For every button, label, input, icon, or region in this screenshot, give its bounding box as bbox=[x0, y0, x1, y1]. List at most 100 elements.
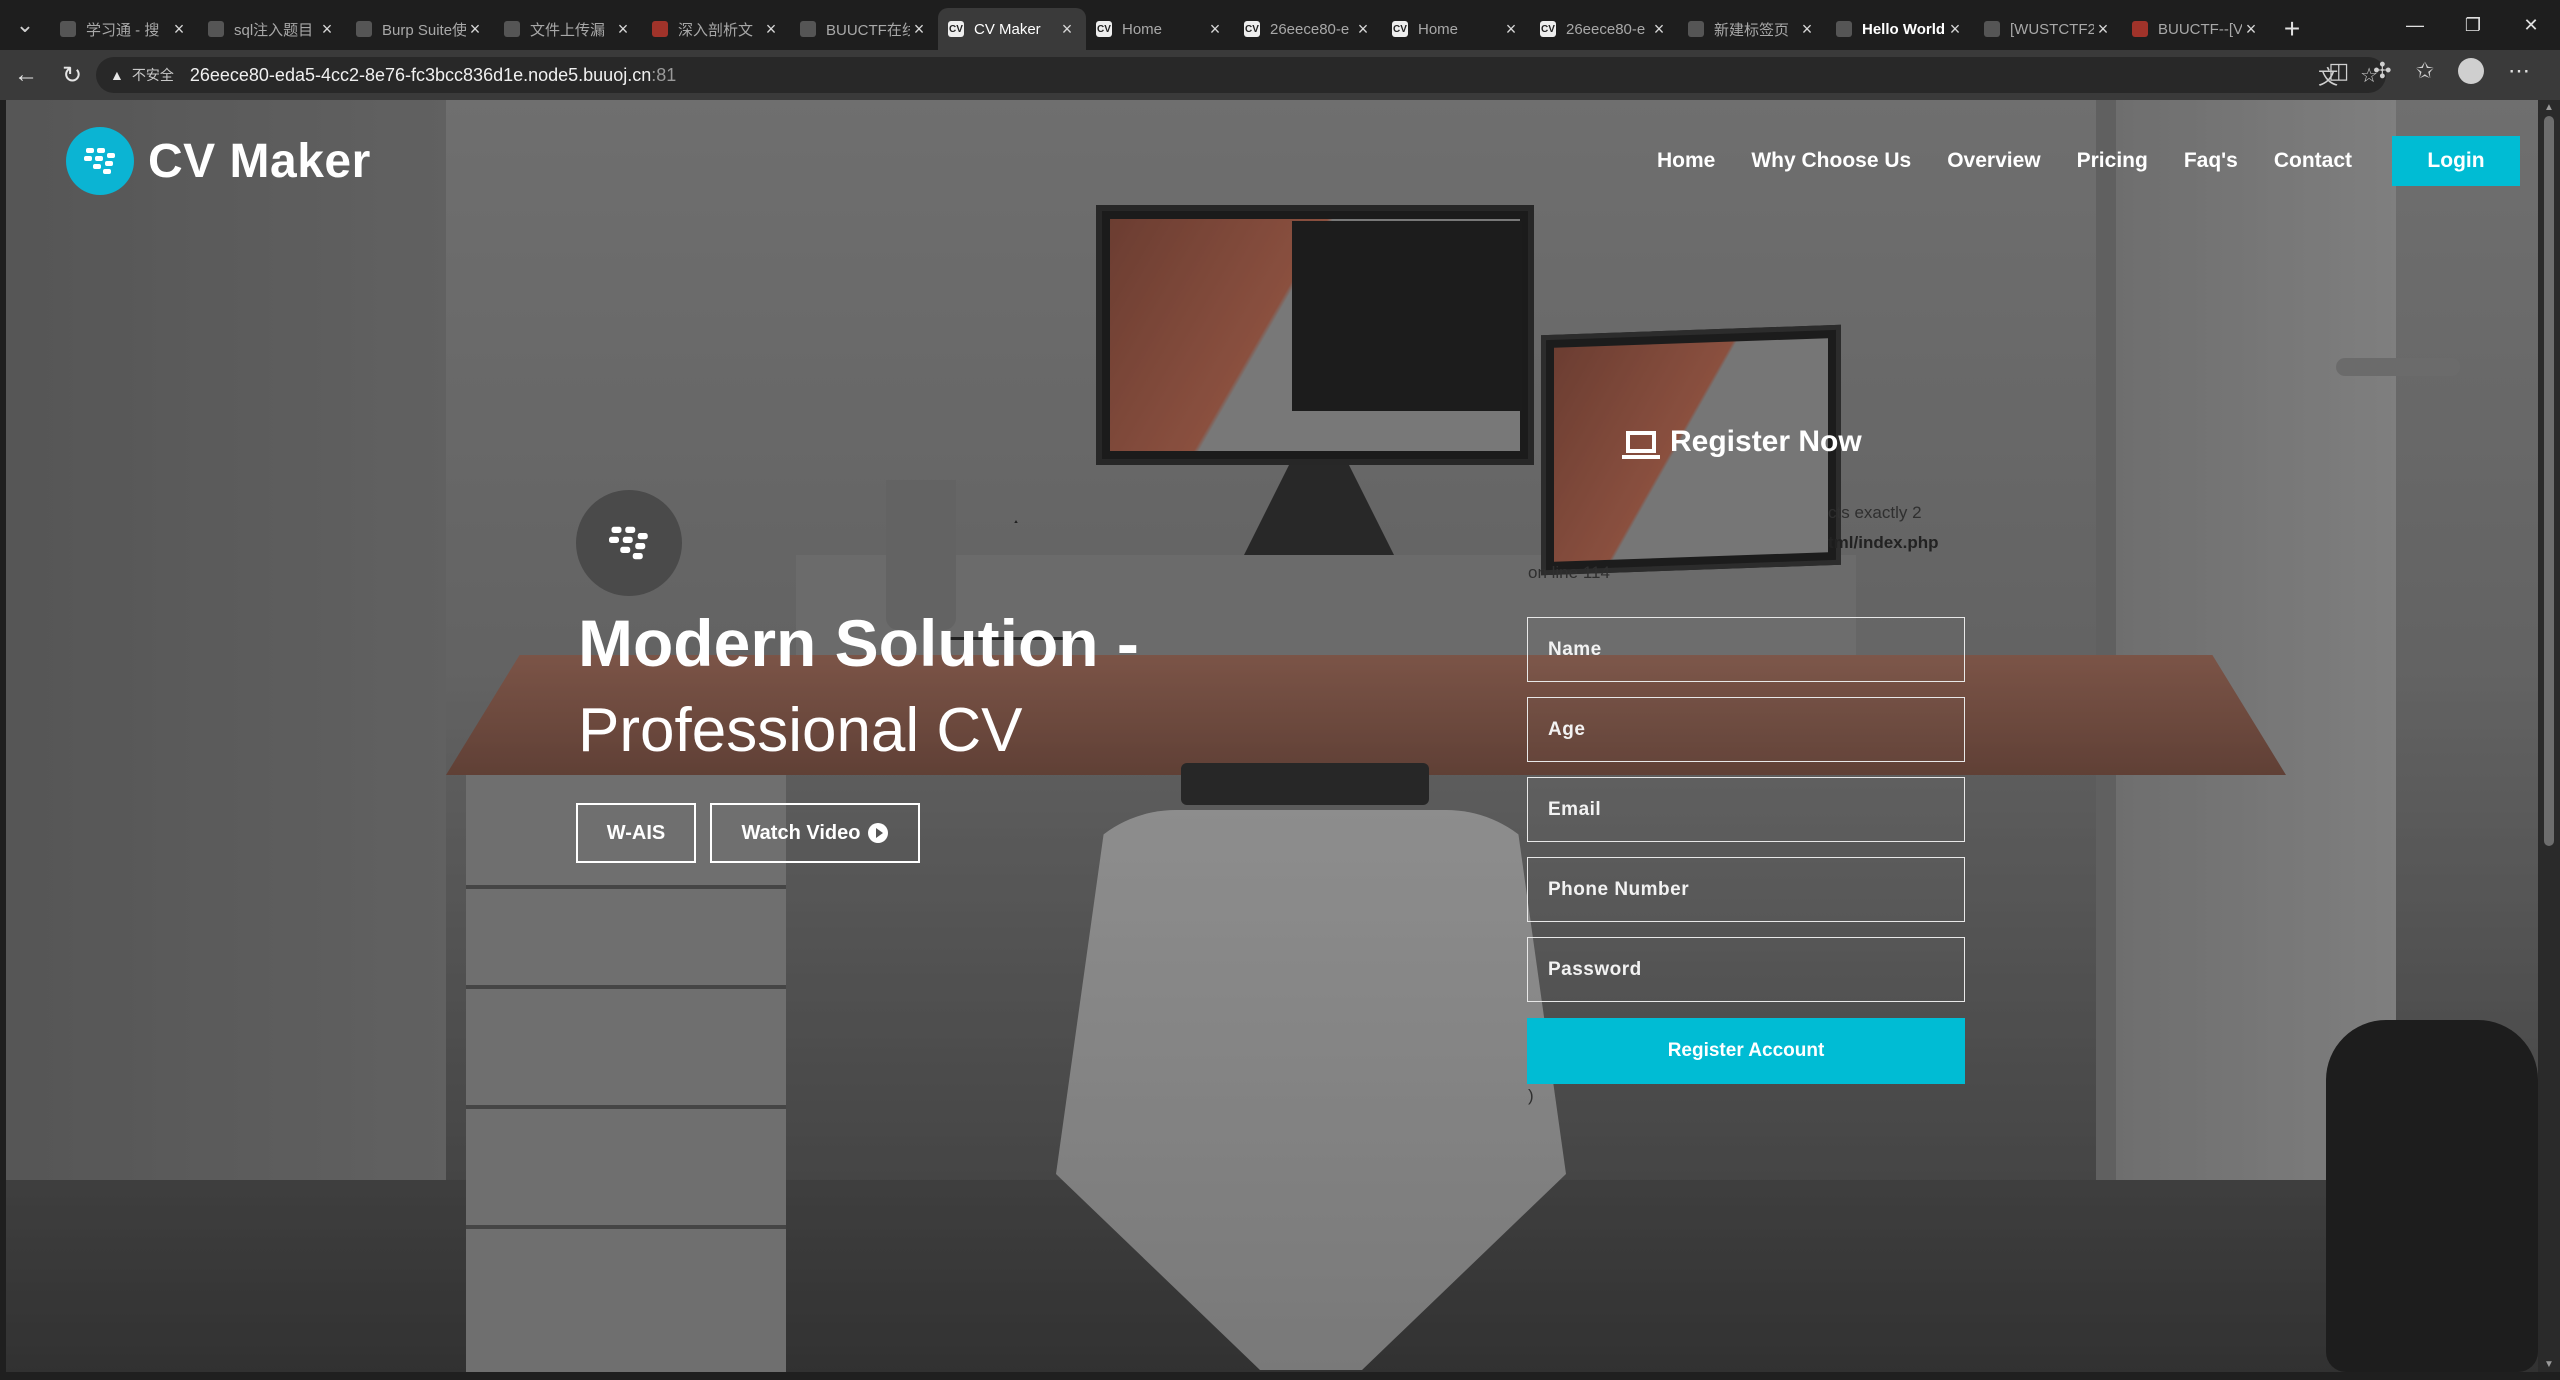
browser-tab[interactable]: CV 26eece80-e × bbox=[1234, 8, 1382, 50]
nav-faqs[interactable]: Faq's bbox=[2184, 149, 2238, 173]
browser-tab[interactable]: CV Home × bbox=[1382, 8, 1530, 50]
window-controls: — ❐ ✕ bbox=[2386, 0, 2560, 50]
hero-buttons: W-AIS Watch Video bbox=[576, 803, 920, 863]
nav-home[interactable]: Home bbox=[1657, 149, 1715, 173]
tab-close-icon[interactable]: × bbox=[1798, 19, 1816, 40]
tab-close-icon[interactable]: × bbox=[1206, 19, 1224, 40]
browser-tab[interactable]: [WUSTCTF2 × bbox=[1974, 8, 2122, 50]
red-c-icon bbox=[2132, 21, 2148, 37]
tab-close-icon[interactable]: × bbox=[762, 19, 780, 40]
mountain-icon bbox=[1836, 21, 1852, 37]
tab-label: 26eece80-e bbox=[1270, 20, 1350, 38]
wais-button[interactable]: W-AIS bbox=[576, 803, 696, 863]
tab-close-icon[interactable]: × bbox=[1354, 19, 1372, 40]
browser-tab[interactable]: sql注入题目 × bbox=[198, 8, 346, 50]
scroll-up-icon[interactable]: ▲ bbox=[2543, 102, 2555, 113]
minimize-icon[interactable]: — bbox=[2386, 0, 2444, 50]
browser-tab[interactable]: Burp Suite使 × bbox=[346, 8, 494, 50]
profile-avatar-icon[interactable] bbox=[2458, 58, 2484, 84]
tab-search-dropdown-icon[interactable]: ⌄ bbox=[0, 0, 50, 50]
browser-tab-bar: ⌄ 学习通 - 搜 × sql注入题目 × Burp Suite使 × 文件上传漏 × 深入剖析… bbox=[0, 0, 2560, 50]
nav-pricing[interactable]: Pricing bbox=[2077, 149, 2148, 173]
extensions-icon[interactable]: ✣ bbox=[2373, 58, 2391, 84]
name-field[interactable] bbox=[1527, 617, 1965, 682]
back-icon[interactable]: ← bbox=[6, 55, 46, 95]
tab-close-icon[interactable]: × bbox=[1946, 19, 1964, 40]
register-account-button[interactable]: Register Account bbox=[1527, 1018, 1965, 1084]
nav-contact[interactable]: Contact bbox=[2274, 149, 2352, 173]
scroll-down-icon[interactable]: ▼ bbox=[2543, 1359, 2555, 1370]
browser-tab[interactable]: 学习通 - 搜 × bbox=[50, 8, 198, 50]
url-port: :81 bbox=[651, 64, 677, 85]
browser-tab[interactable]: 文件上传漏 × bbox=[494, 8, 642, 50]
warning-file: tml/index.php bbox=[1828, 533, 1939, 552]
warning-icon[interactable]: ▲ bbox=[110, 67, 124, 83]
browser-tab[interactable]: CV Home × bbox=[1086, 8, 1234, 50]
tab-close-icon[interactable]: × bbox=[2094, 19, 2112, 40]
browser-tab[interactable]: Hello World × bbox=[1826, 8, 1974, 50]
tab-label: [WUSTCTF2 bbox=[2010, 20, 2094, 38]
tab-label: 学习通 - 搜 bbox=[86, 21, 160, 39]
tab-label: 26eece80-e bbox=[1566, 20, 1646, 38]
tab-strip: 学习通 - 搜 × sql注入题目 × Burp Suite使 × 文件上传漏 × 深入剖析文 ×… bbox=[50, 0, 2270, 50]
browser-tab[interactable]: CV 26eece80-e × bbox=[1530, 8, 1678, 50]
nav-overview[interactable]: Overview bbox=[1947, 149, 2040, 173]
favorites-icon[interactable]: ✩ bbox=[2416, 58, 2434, 84]
tab-close-icon[interactable]: × bbox=[1650, 19, 1668, 40]
stray-text: ) bbox=[1528, 1086, 1534, 1105]
more-menu-icon[interactable]: ⋯ bbox=[2508, 58, 2530, 84]
site-header: CV Maker Home Why Choose Us Overview Pri… bbox=[6, 100, 2538, 230]
email-input[interactable] bbox=[1548, 798, 1964, 821]
tab-close-icon[interactable]: × bbox=[1058, 19, 1076, 40]
email-field[interactable] bbox=[1527, 777, 1965, 842]
tab-label: 文件上传漏 bbox=[530, 21, 606, 39]
browser-tab[interactable]: CV CV Maker × bbox=[938, 8, 1086, 50]
reading-mode-icon[interactable]: ◫ bbox=[2328, 58, 2349, 84]
address-bar[interactable]: ▲ 不安全 26eece80-eda5-4cc2-8e76-fc3bcc836d… bbox=[96, 57, 2386, 93]
close-window-icon[interactable]: ✕ bbox=[2502, 0, 2560, 50]
hero-subtitle: Professional CV bbox=[578, 696, 1023, 765]
login-button[interactable]: Login bbox=[2392, 136, 2520, 186]
browser-tab[interactable]: BUUCTF在线 × bbox=[790, 8, 938, 50]
browser-tab[interactable]: 深入剖析文 × bbox=[642, 8, 790, 50]
reload-icon[interactable]: ↻ bbox=[52, 55, 92, 95]
php-warning-text: cts exactly 2 tml/index.php on line 114 bbox=[1528, 498, 1978, 588]
page-icon bbox=[1688, 21, 1704, 37]
age-field[interactable] bbox=[1527, 697, 1965, 762]
search-icon bbox=[504, 21, 520, 37]
page-scrollbar[interactable]: ▲ ▼ bbox=[2538, 100, 2560, 1372]
tab-close-icon[interactable]: × bbox=[2242, 19, 2260, 40]
tab-close-icon[interactable]: × bbox=[614, 19, 632, 40]
browser-tab[interactable]: 新建标签页 × bbox=[1678, 8, 1826, 50]
name-input[interactable] bbox=[1548, 638, 1964, 661]
address-toolbar: ← ↻ ▲ 不安全 26eece80-eda5-4cc2-8e76-fc3bcc… bbox=[0, 50, 2560, 100]
tab-close-icon[interactable]: × bbox=[466, 19, 484, 40]
tab-close-icon[interactable]: × bbox=[318, 19, 336, 40]
hero-background-image bbox=[6, 100, 2538, 1372]
password-field[interactable] bbox=[1527, 937, 1965, 1002]
cv-icon: CV bbox=[1540, 21, 1556, 37]
watch-video-button[interactable]: Watch Video bbox=[710, 803, 920, 863]
password-input[interactable] bbox=[1548, 958, 1964, 981]
phone-field[interactable] bbox=[1527, 857, 1965, 922]
site-logo[interactable]: CV Maker bbox=[66, 127, 371, 195]
cv-icon: CV bbox=[1392, 21, 1408, 37]
age-input[interactable] bbox=[1548, 718, 1964, 741]
blackberry-logo-icon bbox=[66, 127, 134, 195]
warning-line-3: on line 114 bbox=[1528, 563, 1610, 582]
tab-close-icon[interactable]: × bbox=[1502, 19, 1520, 40]
phone-input[interactable] bbox=[1548, 878, 1964, 901]
scrollbar-thumb[interactable] bbox=[2544, 116, 2554, 846]
browser-tab[interactable]: BUUCTF--[V × bbox=[2122, 8, 2270, 50]
cv-icon: CV bbox=[1244, 21, 1260, 37]
restore-icon[interactable]: ❐ bbox=[2444, 0, 2502, 50]
tab-label: Home bbox=[1418, 20, 1459, 38]
red-c-icon bbox=[652, 21, 668, 37]
mountain-icon bbox=[208, 21, 224, 37]
tab-close-icon[interactable]: × bbox=[170, 19, 188, 40]
nav-why-choose-us[interactable]: Why Choose Us bbox=[1751, 149, 1911, 173]
hero-title: Modern Solution - bbox=[578, 606, 1139, 680]
hero-blackberry-icon bbox=[576, 490, 682, 596]
tab-close-icon[interactable]: × bbox=[910, 19, 928, 40]
new-tab-button[interactable]: + bbox=[2270, 8, 2314, 50]
